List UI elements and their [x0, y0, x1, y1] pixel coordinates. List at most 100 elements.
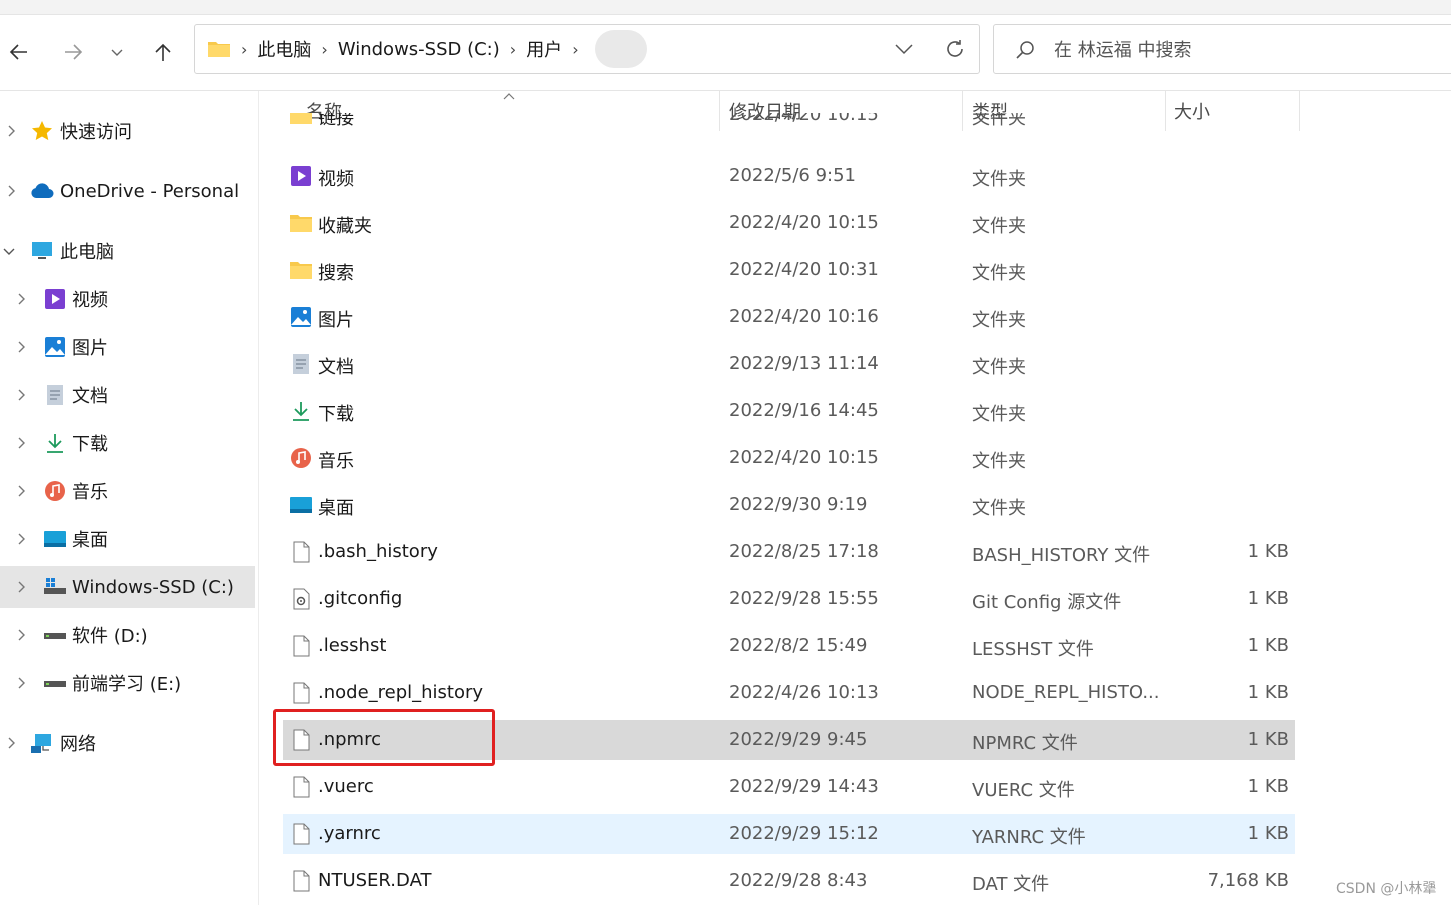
file-type: NPMRC 文件	[972, 733, 1078, 754]
chevron-right-icon	[18, 581, 25, 593]
sidebar-item-downloads[interactable]: 下载	[0, 422, 255, 464]
table-row[interactable]: 搜索 2022/4/20 10:31 文件夹	[283, 250, 1295, 290]
file-size: 1 KB	[1247, 588, 1289, 609]
table-row[interactable]: NTUSER.DAT 2022/9/28 8:43 DAT 文件 7,168 K…	[283, 861, 1295, 901]
table-row[interactable]: 桌面 2022/9/30 9:19 文件夹	[283, 485, 1295, 525]
search-box[interactable]	[993, 24, 1451, 74]
breadcrumb-separator: ›	[321, 39, 328, 59]
recent-locations-button[interactable]	[104, 39, 130, 65]
table-row[interactable]: 图片 2022/4/20 10:16 文件夹	[283, 297, 1295, 337]
search-input[interactable]	[1052, 35, 1436, 65]
file-date: 2022/9/29 15:12	[729, 823, 879, 844]
file-type: 文件夹	[972, 357, 1026, 378]
table-row[interactable]: .bash_history 2022/8/25 17:18 BASH_HISTO…	[283, 532, 1295, 572]
chevron-right-icon	[18, 629, 25, 641]
file-size: 1 KB	[1247, 776, 1289, 797]
column-divider[interactable]	[1299, 91, 1300, 131]
refresh-icon	[947, 40, 963, 57]
sidebar-item-quick-access[interactable]: 快速访问	[0, 110, 255, 152]
music-icon	[45, 481, 65, 501]
file-type: DAT 文件	[972, 874, 1050, 895]
chevron-down-icon	[3, 248, 15, 255]
chevron-right-icon	[8, 125, 15, 137]
cloud-icon	[31, 183, 54, 198]
table-row[interactable]: 收藏夹 2022/4/20 10:15 文件夹	[283, 203, 1295, 243]
file-name: .yarnrc	[318, 823, 381, 844]
sidebar-item-desktop[interactable]: 桌面	[0, 518, 255, 560]
file-type: NODE_REPL_HISTO...	[972, 682, 1160, 703]
sidebar-item-videos[interactable]: 视频	[0, 278, 255, 320]
chevron-down-icon	[895, 44, 913, 55]
file-name: 收藏夹	[318, 216, 372, 237]
drive-icon	[44, 681, 66, 687]
sidebar-item-label: 下载	[72, 434, 108, 455]
file-name: .gitconfig	[318, 588, 403, 609]
sidebar-item-music[interactable]: 音乐	[0, 470, 255, 512]
table-row[interactable]: .vuerc 2022/9/29 14:43 VUERC 文件 1 KB	[283, 767, 1295, 807]
file-name: 桌面	[318, 498, 354, 519]
table-row-hovered[interactable]: .yarnrc 2022/9/29 15:12 YARNRC 文件 1 KB	[283, 814, 1295, 854]
forward-button[interactable]	[60, 39, 86, 65]
file-type: 文件夹	[972, 169, 1026, 190]
table-row[interactable]: 链接 2022/4/20 10:15 文件夹	[283, 113, 1295, 135]
back-button[interactable]	[6, 39, 32, 65]
file-size: 1 KB	[1247, 541, 1289, 562]
file-date: 2022/9/29 14:43	[729, 776, 879, 797]
chevron-right-icon	[18, 437, 25, 449]
file-name: 链接	[318, 113, 354, 129]
sidebar-item-this-pc[interactable]: 此电脑	[0, 230, 255, 272]
file-date: 2022/9/30 9:19	[729, 494, 868, 515]
file-size: 7,168 KB	[1207, 870, 1289, 891]
refresh-button[interactable]	[943, 37, 967, 61]
address-history-button[interactable]	[893, 39, 917, 59]
breadcrumb-item[interactable]: Windows-SSD (C:)	[338, 39, 500, 60]
folder-icon	[290, 215, 312, 232]
table-row[interactable]: 视频 2022/5/6 9:51 文件夹	[283, 156, 1295, 196]
table-row[interactable]: 文档 2022/9/13 11:14 文件夹	[283, 344, 1295, 384]
table-row[interactable]: .lesshst 2022/8/2 15:49 LESSHST 文件 1 KB	[283, 626, 1295, 666]
sidebar-item-label: 网络	[60, 734, 96, 755]
video-folder-icon	[291, 166, 311, 186]
folder-icon	[290, 113, 312, 124]
table-row[interactable]: 下载 2022/9/16 14:45 文件夹	[283, 391, 1295, 431]
file-name: 视频	[318, 169, 354, 190]
file-name: 搜索	[318, 263, 354, 284]
file-icon	[293, 635, 310, 657]
file-type: Git Config 源文件	[972, 592, 1122, 613]
chevron-right-icon	[18, 293, 25, 305]
system-drive-icon	[44, 578, 66, 594]
address-bar[interactable]: › 此电脑 › Windows-SSD (C:) › 用户 ›	[194, 24, 980, 74]
file-date: 2022/9/28 15:55	[729, 588, 879, 609]
breadcrumb-item[interactable]: 用户	[526, 36, 562, 62]
file-icon	[293, 870, 310, 892]
sidebar-item-network[interactable]: 网络	[0, 722, 255, 764]
file-name: 下载	[318, 404, 354, 425]
sidebar-item-d-drive[interactable]: 软件 (D:)	[0, 614, 255, 656]
navigation-toolbar: › 此电脑 › Windows-SSD (C:) › 用户 ›	[0, 15, 1451, 91]
file-date: 2022/9/13 11:14	[729, 353, 879, 374]
chevron-right-icon	[18, 677, 25, 689]
table-row[interactable]: 音乐 2022/4/20 10:15 文件夹	[283, 438, 1295, 478]
sidebar-item-label: Windows-SSD (C:)	[72, 576, 234, 598]
file-type: 文件夹	[972, 404, 1026, 425]
file-icon	[293, 776, 310, 798]
sidebar-item-c-drive[interactable]: Windows-SSD (C:)	[0, 566, 255, 608]
folder-icon	[208, 42, 230, 57]
table-row[interactable]: .gitconfig 2022/9/28 15:55 Git Config 源文…	[283, 579, 1295, 619]
chevron-right-icon	[8, 737, 15, 749]
sidebar-item-e-drive[interactable]: 前端学习 (E:)	[0, 662, 255, 704]
arrow-up-icon	[155, 43, 171, 61]
sidebar-item-documents[interactable]: 文档	[0, 374, 255, 416]
file-name: .node_repl_history	[318, 682, 484, 703]
arrow-left-icon	[9, 44, 27, 60]
breadcrumb-item[interactable]: 此电脑	[257, 36, 311, 62]
table-row[interactable]: .node_repl_history 2022/4/26 10:13 NODE_…	[283, 673, 1295, 713]
drive-icon	[44, 633, 66, 639]
up-button[interactable]	[150, 39, 176, 65]
desktop-folder-icon	[44, 531, 66, 547]
sidebar-item-onedrive[interactable]: OneDrive - Personal	[0, 170, 255, 212]
chevron-right-icon	[18, 389, 25, 401]
sidebar-item-pictures[interactable]: 图片	[0, 326, 255, 368]
music-icon	[291, 448, 311, 468]
arrow-right-icon	[65, 44, 83, 60]
